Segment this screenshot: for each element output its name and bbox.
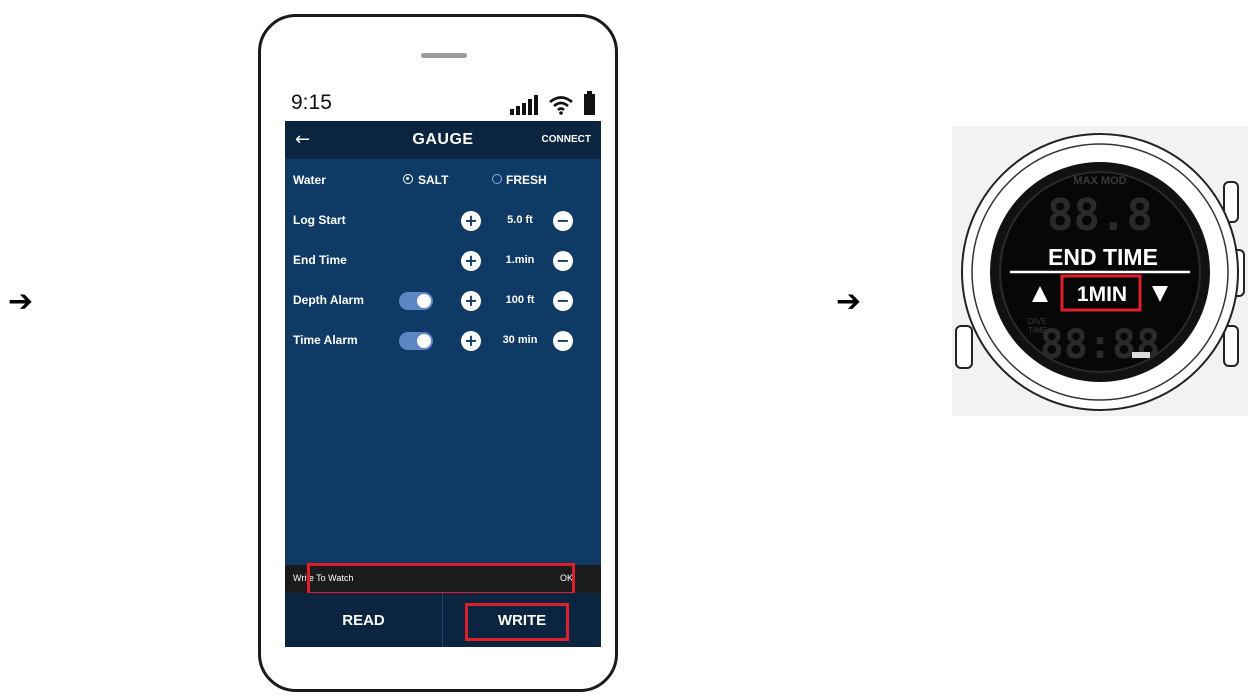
setting-value: 1.min [505,254,535,266]
depth-alarm-row: Depth Alarm + 100 ft − [285,289,601,313]
setting-label: Depth Alarm [293,293,364,307]
minus-icon[interactable]: − [553,211,573,231]
setting-value: 100 ft [505,294,535,306]
setting-label: Log Start [293,213,346,227]
plus-icon[interactable]: + [461,211,481,231]
end-time-row: End Time + 1.min − [285,249,601,273]
watch-heading: END TIME [1048,244,1158,270]
plus-icon[interactable]: + [461,251,481,271]
arrow-right-icon: ➔ [836,284,862,319]
app-screen: 9:15 ← GAUGE CONNECT Water SALT FRESH Lo… [285,87,601,647]
time-alarm-toggle[interactable] [399,332,433,350]
plus-icon[interactable]: + [461,291,481,311]
fresh-radio[interactable] [492,174,502,184]
salt-radio[interactable] [403,174,413,184]
water-row: Water SALT FRESH [285,169,601,193]
phone-frame: 9:15 ← GAUGE CONNECT Water SALT FRESH Lo… [258,14,618,692]
time-alarm-row: Time Alarm + 30 min − [285,329,601,353]
watch-value: 1MIN [1076,283,1128,306]
svg-text:88:88: 88:88 [1040,322,1160,368]
read-button[interactable]: READ [285,593,443,647]
highlight-box [307,563,575,595]
status-time: 9:15 [291,91,332,114]
fresh-label: FRESH [506,173,547,187]
setting-value: 30 min [502,334,538,346]
setting-label: Time Alarm [293,333,358,347]
minus-icon[interactable]: − [553,291,573,311]
setting-value: 5.0 ft [507,214,533,226]
minus-icon[interactable]: − [553,251,573,271]
title-bar: ← GAUGE CONNECT [285,121,601,159]
salt-label: SALT [418,173,449,187]
svg-text:88.8: 88.8 [1047,190,1153,241]
minus-icon[interactable]: − [553,331,573,351]
wifi-icon [549,96,573,115]
arrow-right-icon: ➔ [8,284,34,319]
connect-button[interactable]: CONNECT [542,134,591,145]
svg-text:MAX MOD: MAX MOD [1073,175,1126,187]
setting-label: End Time [293,253,347,267]
phone-speaker [421,53,467,58]
signal-icon [510,95,538,115]
dive-watch: MAX MOD 88.8 88:88 DIVE TIME END TIME 1M… [952,126,1248,416]
water-label: Water [293,173,326,187]
svg-text:DIVE: DIVE [1028,317,1047,326]
highlight-box [465,603,569,641]
depth-alarm-toggle[interactable] [399,292,433,310]
battery-icon [584,91,595,115]
svg-text:TIME: TIME [1028,326,1047,335]
status-bar: 9:15 [285,87,601,121]
log-start-row: Log Start + 5.0 ft − [285,209,601,233]
watch-drawing: MAX MOD 88.8 88:88 DIVE TIME [955,133,1245,411]
plus-icon[interactable]: + [461,331,481,351]
